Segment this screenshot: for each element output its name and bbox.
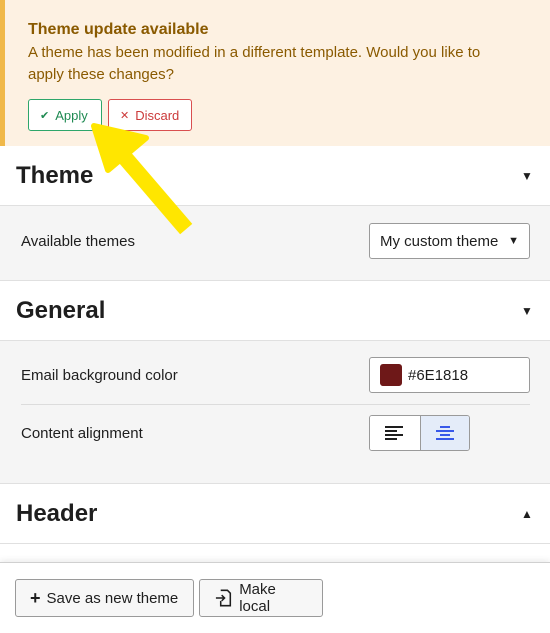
theme-update-notice: Theme update available A theme has been … <box>0 0 550 146</box>
check-icon: ✔ <box>40 109 50 122</box>
notice-message: A theme has been modified in a different… <box>28 44 481 83</box>
general-panel-header[interactable]: General ▼ <box>0 281 550 341</box>
chevron-down-icon[interactable]: ▼ <box>520 169 534 183</box>
alignment-toggle-group <box>369 415 470 451</box>
align-left-icon <box>384 426 403 440</box>
make-local-label: Make local <box>239 581 276 615</box>
apply-label: Apply <box>55 107 88 123</box>
save-as-new-theme-button[interactable]: + Save as new theme <box>15 579 194 617</box>
content-alignment-label: Content alignment <box>21 424 143 442</box>
general-panel-title: General <box>16 296 106 324</box>
make-local-button[interactable]: Make local <box>199 579 323 617</box>
discard-button[interactable]: ✕ Discard <box>108 99 192 131</box>
align-center-button[interactable] <box>419 416 469 450</box>
bg-color-value: #6E1818 <box>408 366 469 384</box>
notice-title: Theme update available <box>28 21 209 38</box>
plus-icon: + <box>30 587 41 608</box>
chevron-down-icon: ▼ <box>508 235 519 247</box>
import-icon <box>215 589 232 607</box>
row-divider <box>21 404 530 405</box>
chevron-up-icon[interactable]: ▲ <box>520 507 534 521</box>
notice-actions: ✔ Apply ✕ Discard <box>28 99 526 131</box>
bg-color-input[interactable]: #6E1818 <box>369 357 530 393</box>
general-panel-body: Email background color #6E1818 Content a… <box>0 341 550 484</box>
theme-panel-title: Theme <box>16 161 94 189</box>
footer-toolbar: + Save as new theme Make local <box>0 562 550 633</box>
color-swatch[interactable] <box>380 364 402 386</box>
available-themes-row: Available themes My custom theme ▼ <box>21 223 530 259</box>
save-as-new-theme-label: Save as new theme <box>46 589 179 607</box>
header-panel-header[interactable]: Header ▲ <box>0 484 550 544</box>
apply-button[interactable]: ✔ Apply <box>28 99 102 131</box>
theme-select[interactable]: My custom theme ▼ <box>369 223 530 259</box>
align-left-button[interactable] <box>370 416 420 450</box>
available-themes-label: Available themes <box>21 232 135 250</box>
content-alignment-row: Content alignment <box>21 415 530 451</box>
discard-label: Discard <box>135 107 180 123</box>
align-center-icon <box>435 426 454 440</box>
theme-panel-header[interactable]: Theme ▼ <box>0 146 550 206</box>
bg-color-label: Email background color <box>21 366 178 384</box>
bg-color-row: Email background color #6E1818 <box>21 357 530 393</box>
header-panel-title: Header <box>16 499 98 527</box>
x-icon: ✕ <box>120 109 130 122</box>
theme-select-value: My custom theme <box>380 232 499 250</box>
theme-panel-body: Available themes My custom theme ▼ <box>0 206 550 281</box>
chevron-down-icon[interactable]: ▼ <box>520 304 534 318</box>
